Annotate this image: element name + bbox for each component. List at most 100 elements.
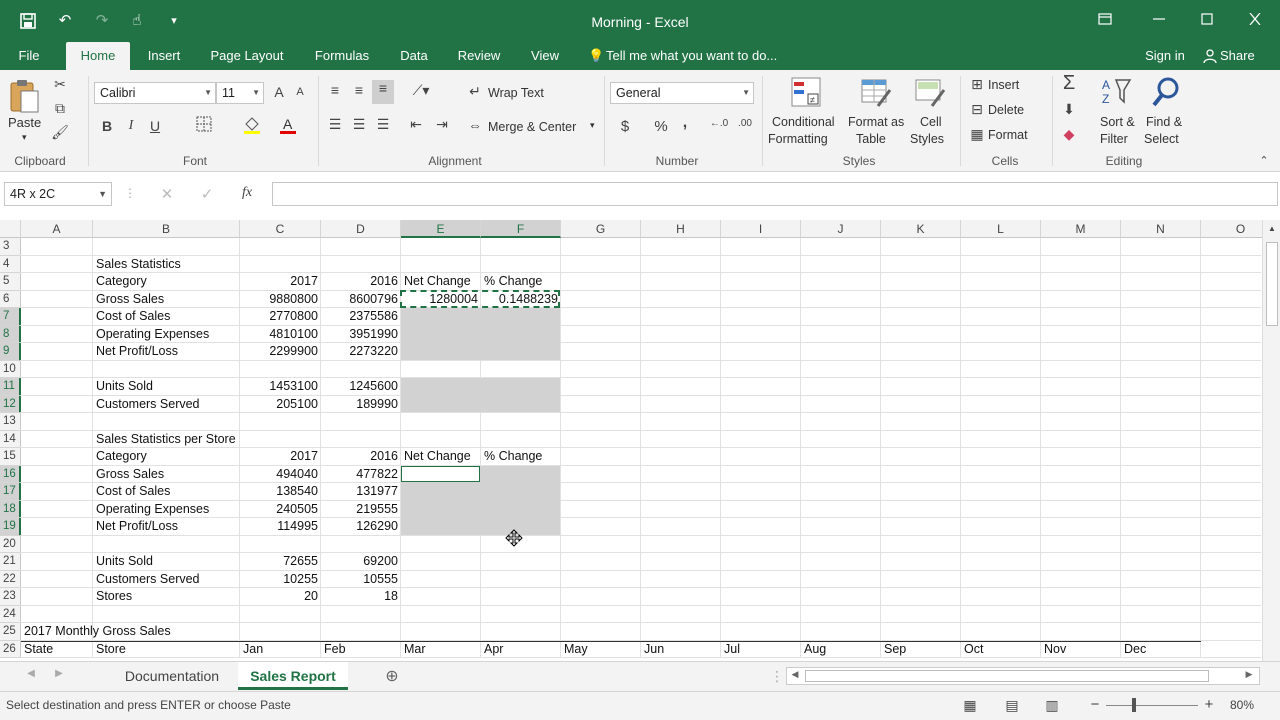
tab-formulas[interactable]: Formulas [306,42,378,70]
cell-c15[interactable]: 2017 [240,448,321,465]
minimize-icon[interactable] [1136,10,1182,32]
cell-b17[interactable]: Cost of Sales [93,483,240,500]
scroll-up-icon[interactable]: ▲ [1266,224,1278,233]
sheet-tab-sales-report[interactable]: Sales Report [238,662,348,690]
row-header-15[interactable]: 15 [0,448,21,466]
row-header-4[interactable]: 4 [0,255,21,273]
row-header-10[interactable]: 10 [0,360,21,378]
row-header-12[interactable]: 12 [0,395,21,413]
cell-d11[interactable]: 1245600 [321,378,401,395]
sort-filter-button[interactable]: Sort & [1100,115,1135,129]
format-as-table-icon[interactable] [860,76,892,108]
cell-c23[interactable]: 20 [240,588,321,605]
zoom-slider-track[interactable] [1106,705,1198,706]
decrease-decimal-icon[interactable]: .00 [734,118,756,129]
zoom-out-button[interactable]: − [1088,696,1102,713]
merge-center-button[interactable]: Merge & Center [488,120,576,134]
cell-b15[interactable]: Category [93,448,240,465]
row-header-19[interactable]: 19 [0,518,21,536]
cell-m26[interactable]: Nov [1041,641,1121,658]
decrease-indent-icon[interactable]: ⇤ [406,116,426,133]
prev-sheet-icon[interactable]: ◀ [24,668,38,679]
selected-range[interactable] [401,308,560,360]
cell-b11[interactable]: Units Sold [93,378,240,395]
fill-color-icon[interactable] [242,116,262,137]
tab-home[interactable]: Home [66,42,130,70]
cell-c9[interactable]: 2299900 [240,343,321,360]
cell-c18[interactable]: 240505 [240,501,321,518]
column-header-d[interactable]: D [321,220,401,238]
horizontal-scrollbar[interactable]: ◀ ▶ [786,667,1260,685]
scroll-left-icon[interactable]: ◀ [789,669,801,680]
cell-c16[interactable]: 494040 [240,466,321,483]
cell-d7[interactable]: 2375586 [321,308,401,325]
cell-b19[interactable]: Net Profit/Loss [93,518,240,535]
selected-range[interactable] [401,378,560,412]
cell-d26[interactable]: Feb [321,641,401,658]
scroll-right-icon[interactable]: ▶ [1243,669,1255,680]
active-cell[interactable] [401,465,480,482]
comma-button[interactable]: , [678,114,692,132]
insert-cells-icon[interactable]: ⊞ [968,76,986,93]
cell-b5[interactable]: Category [93,273,240,290]
row-header-17[interactable]: 17 [0,483,21,501]
zoom-level[interactable]: 80% [1230,698,1254,712]
cell-e26[interactable]: Mar [401,641,481,658]
align-left-icon[interactable]: ☰ [326,116,344,133]
wrap-text-icon[interactable]: ↵ [466,83,484,100]
merge-dropdown-icon[interactable]: ▾ [590,120,595,131]
tab-page-layout[interactable]: Page Layout [204,42,290,70]
row-header-24[interactable]: 24 [0,605,21,623]
row-header-14[interactable]: 14 [0,430,21,448]
delete-cells-button[interactable]: Delete [988,103,1024,117]
cell-styles-button[interactable]: Cell [920,115,942,129]
cell-f15[interactable]: % Change [481,448,561,465]
column-header-j[interactable]: J [801,220,881,238]
ribbon-display-icon[interactable] [1082,10,1128,32]
column-header-l[interactable]: L [961,220,1041,238]
sort-filter-icon[interactable]: AZ [1100,76,1132,108]
cell-b14[interactable]: Sales Statistics per Store [93,431,240,448]
cell-d18[interactable]: 219555 [321,501,401,518]
cell-b16[interactable]: Gross Sales [93,466,240,483]
tab-data[interactable]: Data [392,42,436,70]
cell-d5[interactable]: 2016 [321,273,401,290]
fill-icon[interactable]: ⬇ [1060,101,1078,118]
cell-c17[interactable]: 138540 [240,483,321,500]
tell-me-box[interactable]: Tell me what you want to do... [606,42,796,70]
row-header-22[interactable]: 22 [0,570,21,588]
zoom-in-button[interactable]: + [1202,696,1216,713]
share-button[interactable]: Share [1220,42,1260,70]
font-size-combo[interactable]: 11 ▼ [216,82,264,104]
italic-button[interactable]: I [122,118,140,134]
increase-decimal-icon[interactable]: ←.0 [708,118,730,129]
row-header-7[interactable]: 7 [0,308,21,326]
cell-i26[interactable]: Jul [721,641,801,658]
row-header-20[interactable]: 20 [0,535,21,553]
column-header-c[interactable]: C [240,220,321,238]
grow-font-icon[interactable]: A [270,84,288,100]
paste-button[interactable]: Paste [8,115,41,130]
cell-b9[interactable]: Net Profit/Loss [93,343,240,360]
column-header-o[interactable]: O [1201,220,1262,238]
page-break-view-icon[interactable]: ▥ [1042,697,1062,714]
row-header-23[interactable]: 23 [0,588,21,606]
row-header-11[interactable]: 11 [0,378,21,396]
close-icon[interactable] [1232,10,1278,32]
cell-j26[interactable]: Aug [801,641,881,658]
conditional-formatting-icon[interactable]: ≠ [790,76,822,108]
percent-button[interactable]: % [652,118,670,135]
middle-align-icon[interactable]: ≡ [350,82,368,98]
cell-d9[interactable]: 2273220 [321,343,401,360]
cell-c5[interactable]: 2017 [240,273,321,290]
format-as-table-button[interactable]: Format as [848,115,904,129]
top-align-icon[interactable]: ≡ [326,82,344,98]
format-painter-icon[interactable]: 🖌 [50,124,70,141]
cell-d19[interactable]: 126290 [321,518,401,535]
cell-b21[interactable]: Units Sold [93,553,240,570]
bold-button[interactable]: B [98,118,116,134]
cell-b23[interactable]: Stores [93,588,240,605]
insert-function-icon[interactable]: fx [236,185,258,201]
column-header-a[interactable]: A [21,220,93,238]
column-header-k[interactable]: K [881,220,961,238]
